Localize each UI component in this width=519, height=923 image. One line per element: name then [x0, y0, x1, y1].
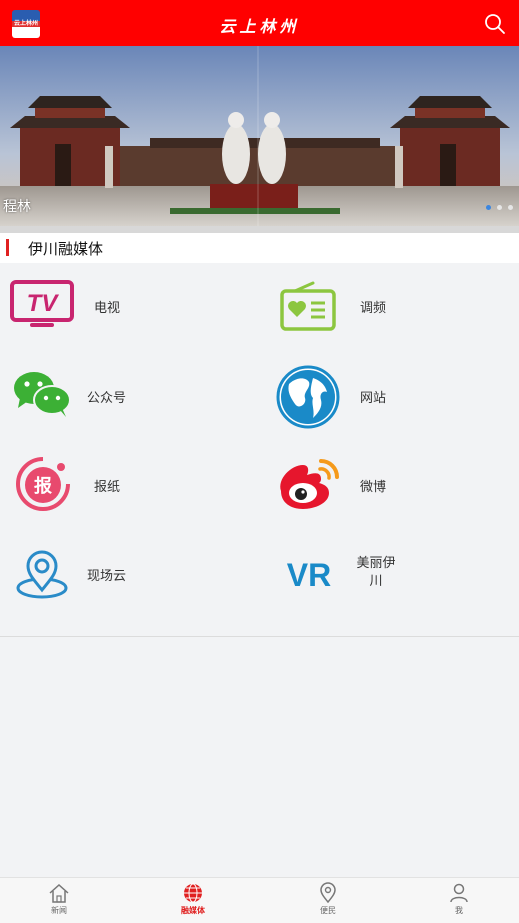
- media-item-label: 报纸: [94, 480, 121, 495]
- tab-media[interactable]: 融媒体: [163, 882, 223, 922]
- media-grid: TV 电视 调频 公众号 网站 报 报纸 微博 现场云 VR 美丽伊川: [0, 263, 519, 637]
- media-item-vr[interactable]: VR 美丽伊川: [259, 530, 518, 619]
- banner-caption: 程林: [3, 199, 31, 215]
- media-item-label: 网站: [360, 391, 387, 406]
- media-item-label: 电视: [94, 301, 121, 316]
- search-icon[interactable]: [483, 12, 507, 36]
- section-accent-bar: [6, 239, 9, 256]
- tab-label: 我: [455, 906, 463, 915]
- bottom-tab-bar: 新闻 融媒体 便民 我: [0, 877, 519, 923]
- section-header: 伊川融媒体: [0, 233, 519, 263]
- carousel-dot[interactable]: [486, 205, 491, 210]
- page-title: 云上林州: [219, 17, 300, 36]
- media-item-live-cloud[interactable]: 现场云: [0, 530, 259, 619]
- map-pin-icon: [320, 882, 336, 904]
- tab-label: 融媒体: [181, 906, 205, 915]
- media-item-label: 公众号: [87, 391, 127, 406]
- media-item-newspaper[interactable]: 报 报纸: [0, 441, 259, 530]
- carousel-dot[interactable]: [508, 205, 513, 210]
- svg-text:报: 报: [34, 475, 52, 497]
- tab-services[interactable]: 便民: [298, 882, 358, 922]
- media-item-label: 调频: [360, 301, 387, 316]
- newspaper-icon: 报: [16, 457, 70, 511]
- media-item-label: 现场云: [87, 569, 127, 584]
- tab-news[interactable]: 新闻: [29, 882, 89, 922]
- media-item-label: 美丽伊川: [356, 556, 396, 589]
- media-item-weibo[interactable]: 微博: [259, 441, 518, 530]
- carousel-dot[interactable]: [497, 205, 502, 210]
- globe-icon: [184, 883, 202, 903]
- user-icon: [450, 883, 468, 903]
- media-item-wechat[interactable]: 公众号: [0, 352, 259, 441]
- media-item-website[interactable]: 网站: [259, 352, 518, 441]
- banner-carousel[interactable]: 程林: [0, 46, 519, 226]
- svg-text:TV: TV: [27, 290, 60, 317]
- top-header: 云上林州 云上林州: [0, 0, 519, 46]
- home-icon: [49, 883, 69, 903]
- section-title: 伊川融媒体: [28, 240, 104, 258]
- vr-icon: VR: [287, 557, 331, 592]
- app-screen: 云上林州 云上林州 程林 伊川融媒体 TV 电视 调频 公众号 网站 报 报纸 …: [0, 0, 519, 923]
- media-item-tv[interactable]: TV 电视: [0, 263, 259, 352]
- tab-label: 便民: [320, 906, 336, 915]
- carousel-dots: [486, 205, 513, 210]
- weibo-icon: [280, 459, 339, 509]
- media-item-label: 微博: [360, 480, 387, 495]
- tv-icon: TV: [10, 280, 74, 327]
- location-cloud-icon: [16, 550, 68, 599]
- wechat-icon: [14, 372, 71, 417]
- globe-icon: [276, 365, 340, 429]
- svg-text:VR: VR: [287, 557, 331, 592]
- banner-divider: [0, 226, 519, 233]
- tab-me[interactable]: 我: [429, 882, 489, 922]
- tab-label: 新闻: [51, 906, 67, 915]
- banner-image: [0, 46, 519, 226]
- radio-icon: [280, 281, 336, 331]
- media-item-radio[interactable]: 调频: [259, 263, 518, 352]
